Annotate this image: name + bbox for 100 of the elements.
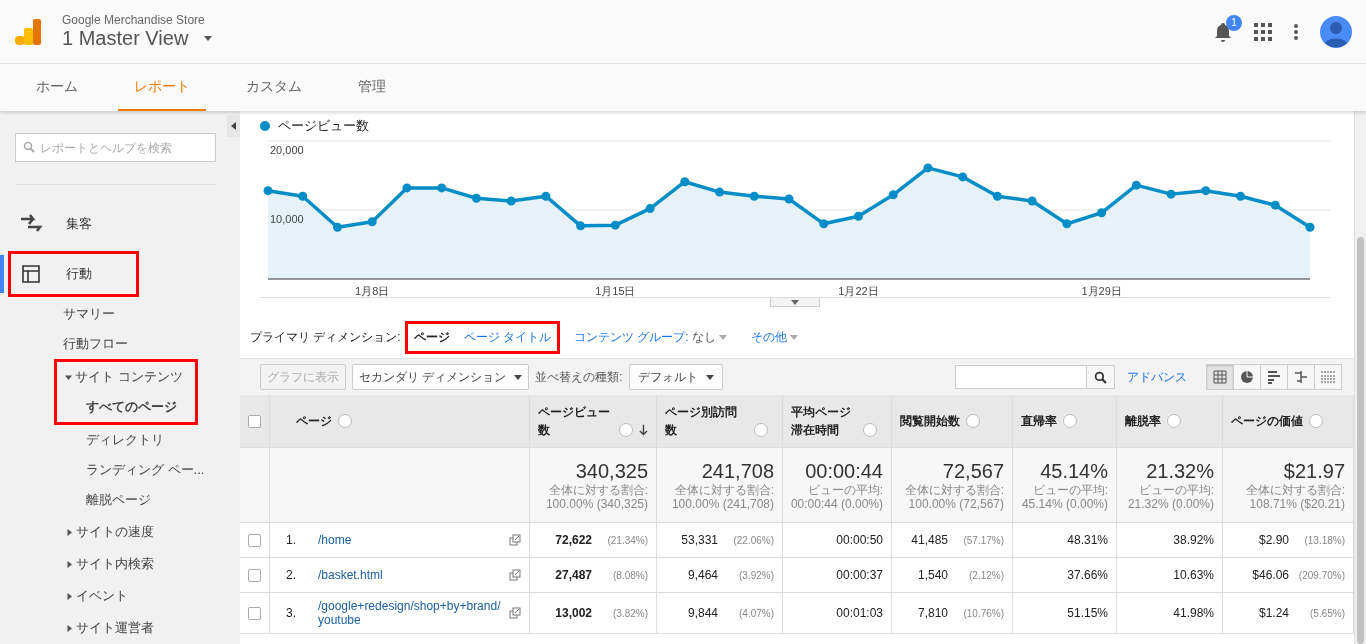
percent-text: (13.18%)	[1303, 534, 1345, 546]
grid-icon	[1213, 370, 1227, 384]
column-header[interactable]: 離脱率	[1125, 412, 1161, 430]
view-mode-button[interactable]	[1260, 364, 1288, 390]
account-button[interactable]	[1320, 15, 1352, 48]
cell-value: 00:00:50	[836, 533, 883, 547]
legend-label: ページビュー数	[278, 117, 369, 135]
open-page-icon[interactable]	[509, 607, 521, 619]
view-mode-button[interactable]	[1206, 364, 1234, 390]
data-point	[1166, 189, 1176, 199]
caret-icon	[66, 592, 73, 600]
nav-item[interactable]: ディレクトリ	[0, 425, 240, 455]
content-group-dropdown[interactable]: コンテンツ グループ: なし	[574, 329, 727, 346]
total-detail: 100.00% (241,708)	[671, 496, 774, 511]
apps-button[interactable]	[1254, 22, 1272, 41]
secondary-dimension-dropdown[interactable]: セカンダリ ディメンション	[352, 364, 530, 390]
percent-text: (4.07%)	[738, 607, 774, 619]
notifications-button[interactable]	[1214, 21, 1232, 42]
caret-icon	[66, 528, 73, 536]
nav-group[interactable]: サイト運営者	[0, 613, 240, 643]
nav-group[interactable]: サイト コンテンツ	[57, 362, 195, 392]
data-point	[853, 211, 863, 221]
open-page-icon[interactable]	[509, 569, 521, 581]
percent-text: (5.65%)	[1309, 607, 1345, 619]
page-link[interactable]: /home	[318, 533, 503, 547]
nav-group[interactable]: サイト内検索	[0, 549, 240, 579]
more-dropdown[interactable]: その他	[750, 329, 798, 346]
cell-value: 7,810	[917, 606, 948, 620]
nav-item[interactable]: ランディング ペー...	[0, 455, 240, 485]
total-caption: 全体に対する割合:	[1245, 482, 1345, 497]
pivot-icon	[1320, 371, 1336, 383]
column-header[interactable]: 直帰率	[1021, 412, 1057, 430]
collapse-button[interactable]	[227, 115, 240, 137]
column-header[interactable]: ページビュー数	[538, 403, 614, 439]
axis-label: 1月22日	[838, 285, 879, 297]
column-header[interactable]: ページの価値	[1231, 412, 1303, 430]
help-icon	[619, 423, 634, 437]
data-point	[749, 191, 759, 201]
view-mode-button[interactable]	[1287, 364, 1315, 390]
view-mode-button[interactable]	[1233, 364, 1261, 390]
checkbox[interactable]	[248, 606, 261, 620]
menu-button[interactable]	[1294, 23, 1298, 40]
total-detail: 45.14% (0.00%)	[1021, 496, 1108, 511]
total-value: 45.14%	[1040, 459, 1108, 483]
dimension-option[interactable]: ページ タイトル	[463, 329, 551, 346]
bell-icon	[1214, 21, 1232, 42]
nav-section[interactable]: 集客	[66, 215, 92, 233]
total-caption: 全体に対する割合:	[674, 482, 774, 497]
column-header[interactable]: ページ	[296, 412, 332, 430]
open-page-icon[interactable]	[509, 534, 521, 546]
column-header[interactable]: 平均ページ滞在時間	[791, 403, 857, 439]
help-icon	[863, 423, 877, 437]
nav-group[interactable]: サイトの速度	[0, 517, 240, 547]
search-field[interactable]: レポートとヘルプを検索	[15, 133, 216, 162]
nav-item[interactable]: すべてのページ	[0, 392, 195, 422]
cell-value: 00:01:03	[836, 606, 883, 620]
caret-icon	[66, 560, 73, 568]
column-header[interactable]: ページ別訪問数	[665, 403, 748, 439]
data-point	[367, 217, 377, 227]
search-button[interactable]	[1087, 365, 1115, 389]
dimension-label: プライマリ ディメンション:	[250, 329, 401, 346]
nav-item[interactable]: サマリー	[0, 299, 240, 329]
property-name: Google Merchandise Store	[62, 13, 206, 27]
total-caption: 全体に対する割合:	[904, 482, 1004, 497]
notification-badge: 1	[1226, 14, 1242, 31]
caret-icon	[789, 335, 798, 340]
checkbox[interactable]	[248, 414, 261, 428]
sort-type-dropdown[interactable]: デフォルト	[628, 364, 723, 390]
data-point	[541, 191, 551, 201]
total-detail: 100.00% (340,325)	[545, 496, 648, 511]
nav-item[interactable]: 離脱ページ	[0, 485, 240, 515]
checkbox[interactable]	[248, 533, 261, 547]
page-link[interactable]: /google+redesign/shop+by+brand/youtube	[318, 599, 503, 627]
checkbox[interactable]	[248, 568, 261, 582]
dimension-option[interactable]: ページ	[413, 329, 450, 346]
data-point	[1062, 219, 1072, 229]
table-search-field[interactable]	[955, 365, 1087, 389]
page-link[interactable]: /basket.html	[318, 568, 503, 582]
cell-value: 9,464	[687, 568, 718, 582]
nav-tab[interactable]: ホーム	[20, 64, 94, 111]
caret-icon	[705, 374, 714, 380]
data-point	[680, 177, 690, 187]
view-dropdown-button[interactable]	[204, 36, 213, 41]
nav-tab[interactable]: 管理	[342, 64, 402, 111]
column-header[interactable]: 閲覧開始数	[900, 412, 960, 430]
percent-text: (3.82%)	[612, 607, 648, 619]
nav-tab[interactable]: カスタム	[230, 64, 318, 111]
cell-value: 51.15%	[1067, 606, 1108, 620]
nav-item[interactable]: 行動フロー	[0, 329, 240, 359]
cell-value: $2.90	[1258, 533, 1289, 547]
avatar-icon	[1320, 15, 1352, 48]
expand-chart-button[interactable]	[770, 298, 820, 307]
percent-text: (10.76%)	[962, 607, 1004, 619]
nav-group[interactable]: イベント	[0, 581, 240, 611]
data-point	[958, 172, 968, 182]
total-value: 00:00:44	[805, 459, 883, 483]
nav-section[interactable]: 行動	[66, 265, 92, 283]
view-name[interactable]: 1 Master View	[62, 27, 189, 50]
advanced-link[interactable]: アドバンス	[1127, 368, 1187, 386]
data-point	[888, 190, 898, 200]
